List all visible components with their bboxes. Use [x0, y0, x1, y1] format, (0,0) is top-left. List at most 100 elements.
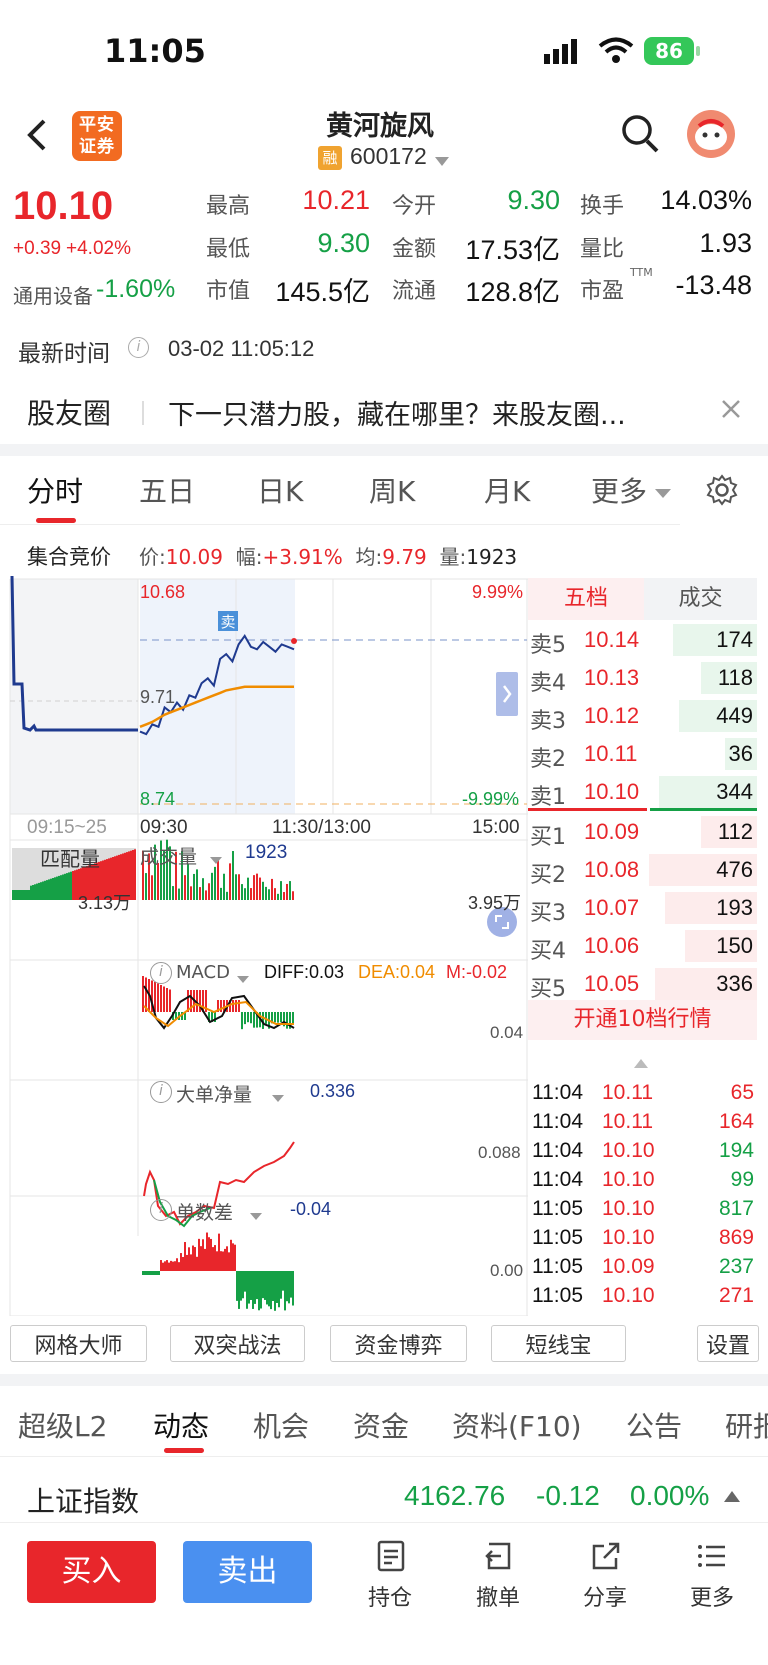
- bar: [66, 873, 68, 900]
- bar: [202, 1239, 204, 1271]
- avatar[interactable]: [687, 110, 735, 158]
- macd-label[interactable]: MACD: [176, 962, 230, 983]
- banner-title[interactable]: 股友圈: [27, 392, 111, 432]
- order-diff-label[interactable]: 单数差: [176, 1198, 233, 1225]
- index-expand-icon[interactable]: [724, 1488, 740, 1507]
- bar: [170, 1260, 172, 1271]
- bid-label: 买3: [530, 901, 566, 926]
- bar: [236, 1271, 238, 1301]
- bottom-tab[interactable]: 资金: [353, 1405, 409, 1445]
- chart-tab[interactable]: 日K: [257, 470, 303, 510]
- chart-tab[interactable]: 五日: [139, 470, 195, 510]
- stat-value: 1.93: [699, 228, 752, 258]
- bar: [244, 888, 246, 900]
- pe-superscript: TTM: [630, 266, 653, 279]
- bottom-tab[interactable]: 资料(F10): [452, 1405, 582, 1445]
- bottom-tab[interactable]: 动态: [153, 1405, 209, 1445]
- bar: [214, 866, 216, 900]
- order-diff-info-icon[interactable]: i: [150, 1199, 172, 1221]
- collapse-up-icon[interactable]: [634, 1054, 648, 1073]
- toolbar-item[interactable]: 撤单: [472, 1538, 526, 1611]
- bar: [259, 877, 261, 900]
- index-value: 4162.76: [404, 1480, 506, 1511]
- broker-logo[interactable]: 平安证券: [72, 111, 122, 161]
- bid-row[interactable]: 买5 10.05 336: [528, 966, 757, 1002]
- book-tab-trades[interactable]: 成交: [644, 578, 757, 620]
- stat-label: 市值: [206, 279, 251, 304]
- toolbar-item[interactable]: 持仓: [364, 1538, 418, 1611]
- bottom-tab[interactable]: 公告: [626, 1405, 682, 1445]
- info-icon[interactable]: i: [128, 337, 149, 358]
- sector-name[interactable]: 通用设备: [13, 280, 93, 309]
- banner-text[interactable]: 下一只潜力股，藏在哪里？来股友圈...: [168, 393, 626, 432]
- sell-button[interactable]: 卖出: [183, 1541, 312, 1603]
- bid-row[interactable]: 买1 10.09 112: [528, 814, 757, 850]
- bid-row[interactable]: 买3 10.07 193: [528, 890, 757, 926]
- ask-row[interactable]: 卖5 10.14 174: [528, 622, 757, 658]
- book-tab-active[interactable]: 五档: [528, 578, 644, 620]
- big-order-label[interactable]: 大单净量: [176, 1080, 252, 1107]
- bid-row[interactable]: 买4 10.06 150: [528, 928, 757, 964]
- match-vol-label: 匹配量: [40, 847, 100, 871]
- buy-button[interactable]: 买入: [27, 1541, 156, 1603]
- bid-row[interactable]: 买2 10.08 476: [528, 852, 757, 888]
- bottom-tab[interactable]: 超级L2: [18, 1405, 107, 1445]
- stat-label: 最低: [206, 237, 251, 262]
- chart-tab[interactable]: 周K: [369, 470, 415, 510]
- ask-row[interactable]: 卖3 10.12 449: [528, 698, 757, 734]
- function-button[interactable]: 双突战法: [170, 1325, 305, 1362]
- bottom-tab[interactable]: 研报: [725, 1405, 768, 1445]
- bar: [172, 1261, 174, 1271]
- bar: [157, 983, 159, 1012]
- banner-close-button[interactable]: [720, 398, 742, 424]
- bar: [208, 1237, 210, 1271]
- bar: [226, 891, 228, 900]
- expand-panel-button[interactable]: [496, 672, 518, 716]
- chart-tab[interactable]: 更多: [591, 470, 647, 510]
- bottom-tabs-border: [0, 1456, 768, 1457]
- toolbar-item[interactable]: 分享: [579, 1538, 633, 1611]
- chart-settings-button[interactable]: [706, 474, 738, 510]
- bar: [68, 872, 70, 900]
- bar: [272, 1271, 274, 1301]
- ask-row[interactable]: 卖1 10.10 344: [528, 774, 757, 810]
- bid-price: 10.07: [584, 895, 640, 920]
- function-button[interactable]: 资金博弈: [330, 1325, 467, 1362]
- big-order-info-icon[interactable]: i: [150, 1081, 172, 1103]
- bottom-tab[interactable]: 机会: [253, 1405, 309, 1445]
- function-button[interactable]: 短线宝: [491, 1325, 626, 1362]
- bar: [218, 1233, 220, 1271]
- vol-indicator-label[interactable]: 成交量: [140, 842, 197, 869]
- macd-diff: DIFF:0.03: [264, 962, 345, 982]
- bar: [182, 1256, 184, 1271]
- bar: [260, 1271, 262, 1309]
- ask-row[interactable]: 卖4 10.13 118: [528, 660, 757, 696]
- tick-vol: 194: [718, 1139, 754, 1162]
- bid-label: 买2: [530, 863, 566, 888]
- stat-value: 128.8亿: [465, 277, 560, 307]
- wifi-icon: [598, 37, 634, 69]
- battery-level: 86: [655, 39, 683, 63]
- bar: [148, 1271, 150, 1275]
- back-button[interactable]: [20, 115, 54, 155]
- ask-label: 卖5: [530, 633, 566, 658]
- battery-cap: [696, 46, 700, 56]
- toolbar-item-label: 更多: [690, 1586, 735, 1611]
- chart-tab[interactable]: 月K: [484, 470, 530, 510]
- intraday-chart[interactable]: 卖: [0, 576, 528, 1316]
- price-change: +0.39: [13, 238, 62, 259]
- open-level10-button[interactable]: 开通10档行情: [528, 1000, 757, 1040]
- bar: [145, 873, 147, 900]
- ask-row[interactable]: 卖2 10.11 36: [528, 736, 757, 772]
- bar: [32, 885, 34, 900]
- bid-vol: 150: [716, 933, 753, 958]
- function-button[interactable]: 网格大师: [10, 1325, 147, 1362]
- code-dropdown-icon[interactable]: [435, 152, 449, 171]
- macd-info-icon[interactable]: i: [150, 962, 172, 984]
- toolbar-item[interactable]: 更多: [686, 1538, 740, 1611]
- search-button[interactable]: [620, 113, 660, 159]
- rong-badge: 融: [318, 146, 342, 170]
- bar: [192, 1245, 194, 1271]
- chart-tab[interactable]: 分时: [27, 470, 83, 510]
- function-button[interactable]: 设置: [697, 1325, 759, 1362]
